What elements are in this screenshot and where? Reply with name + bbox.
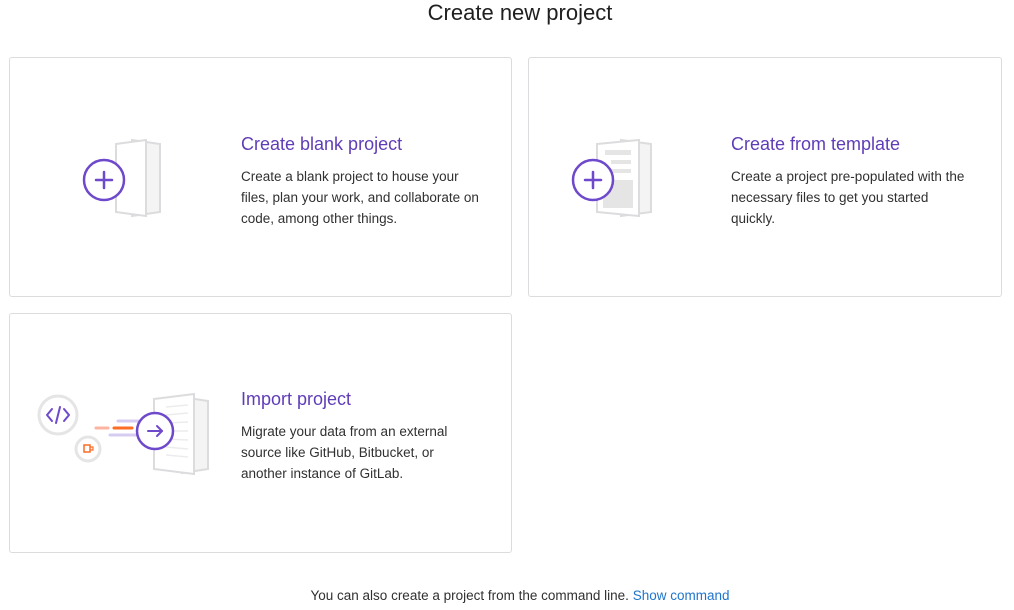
create-blank-project-card[interactable]: Create blank project Create a blank proj… [9, 57, 512, 297]
card-text: Create blank project Create a blank proj… [241, 132, 481, 229]
card-text: Create from template Create a project pr… [731, 132, 971, 229]
blank-project-illustration-icon [80, 136, 170, 218]
import-project-card[interactable]: Import project Migrate your data from an… [9, 313, 512, 553]
card-title[interactable]: Import project [241, 387, 481, 411]
card-description: Create a blank project to house your fil… [241, 169, 479, 226]
card-text: Import project Migrate your data from an… [241, 387, 481, 484]
card-title[interactable]: Create blank project [241, 132, 481, 156]
card-title[interactable]: Create from template [731, 132, 971, 156]
show-command-link[interactable]: Show command [633, 588, 730, 603]
import-project-illustration-icon [36, 391, 216, 477]
page-title: Create new project [427, 0, 613, 25]
card-description: Migrate your data from an external sourc… [241, 424, 448, 481]
command-line-hint: You can also create a project from the c… [0, 587, 1014, 605]
create-from-template-card[interactable]: Create from template Create a project pr… [528, 57, 1002, 297]
new-project-page: Create new project Create blank project … [0, 0, 1014, 610]
template-project-illustration-icon [569, 136, 659, 218]
card-description: Create a project pre-populated with the … [731, 169, 965, 226]
command-line-hint-text: You can also create a project from the c… [310, 588, 629, 603]
